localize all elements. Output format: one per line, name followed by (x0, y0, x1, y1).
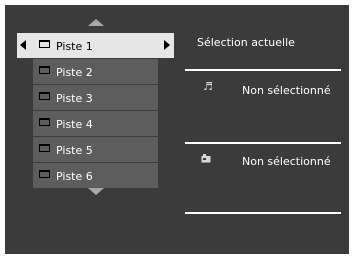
track-item-1[interactable]: Piste 1 (17, 33, 174, 58)
subtitle-icon (201, 153, 211, 166)
next-arrow-icon[interactable] (164, 40, 170, 50)
divider (185, 212, 341, 214)
scroll-down-arrow-icon[interactable] (88, 188, 104, 195)
music-note-icon: ♬ (203, 80, 213, 93)
track-label: Piste 5 (56, 144, 93, 157)
track-label: Piste 4 (56, 118, 93, 131)
divider (185, 142, 341, 144)
track-list: Piste 1 Piste 2 Piste 3 Piste 4 Piste 5 … (17, 33, 174, 189)
track-label: Piste 3 (56, 92, 93, 105)
previous-arrow-icon[interactable] (20, 40, 26, 50)
folder-icon (39, 66, 50, 74)
folder-icon (39, 144, 50, 152)
scroll-up-arrow-icon[interactable] (88, 19, 104, 26)
track-selection-screen: Piste 1 Piste 2 Piste 3 Piste 4 Piste 5 … (5, 5, 349, 254)
track-item-6[interactable]: Piste 6 (33, 163, 158, 188)
folder-icon (39, 170, 50, 178)
subtitle-selection-status: Non sélectionné (242, 155, 331, 168)
track-label: Piste 1 (56, 40, 93, 53)
track-item-5[interactable]: Piste 5 (33, 137, 158, 162)
track-label: Piste 6 (56, 170, 93, 183)
divider (185, 69, 341, 71)
track-item-2[interactable]: Piste 2 (33, 59, 158, 84)
track-label: Piste 2 (56, 66, 93, 79)
current-selection-title: Sélection actuelle (197, 36, 295, 49)
folder-icon (39, 40, 50, 48)
folder-icon (39, 118, 50, 126)
audio-selection-status: Non sélectionné (242, 84, 331, 97)
track-item-3[interactable]: Piste 3 (33, 85, 158, 110)
track-item-4[interactable]: Piste 4 (33, 111, 158, 136)
folder-icon (39, 92, 50, 100)
